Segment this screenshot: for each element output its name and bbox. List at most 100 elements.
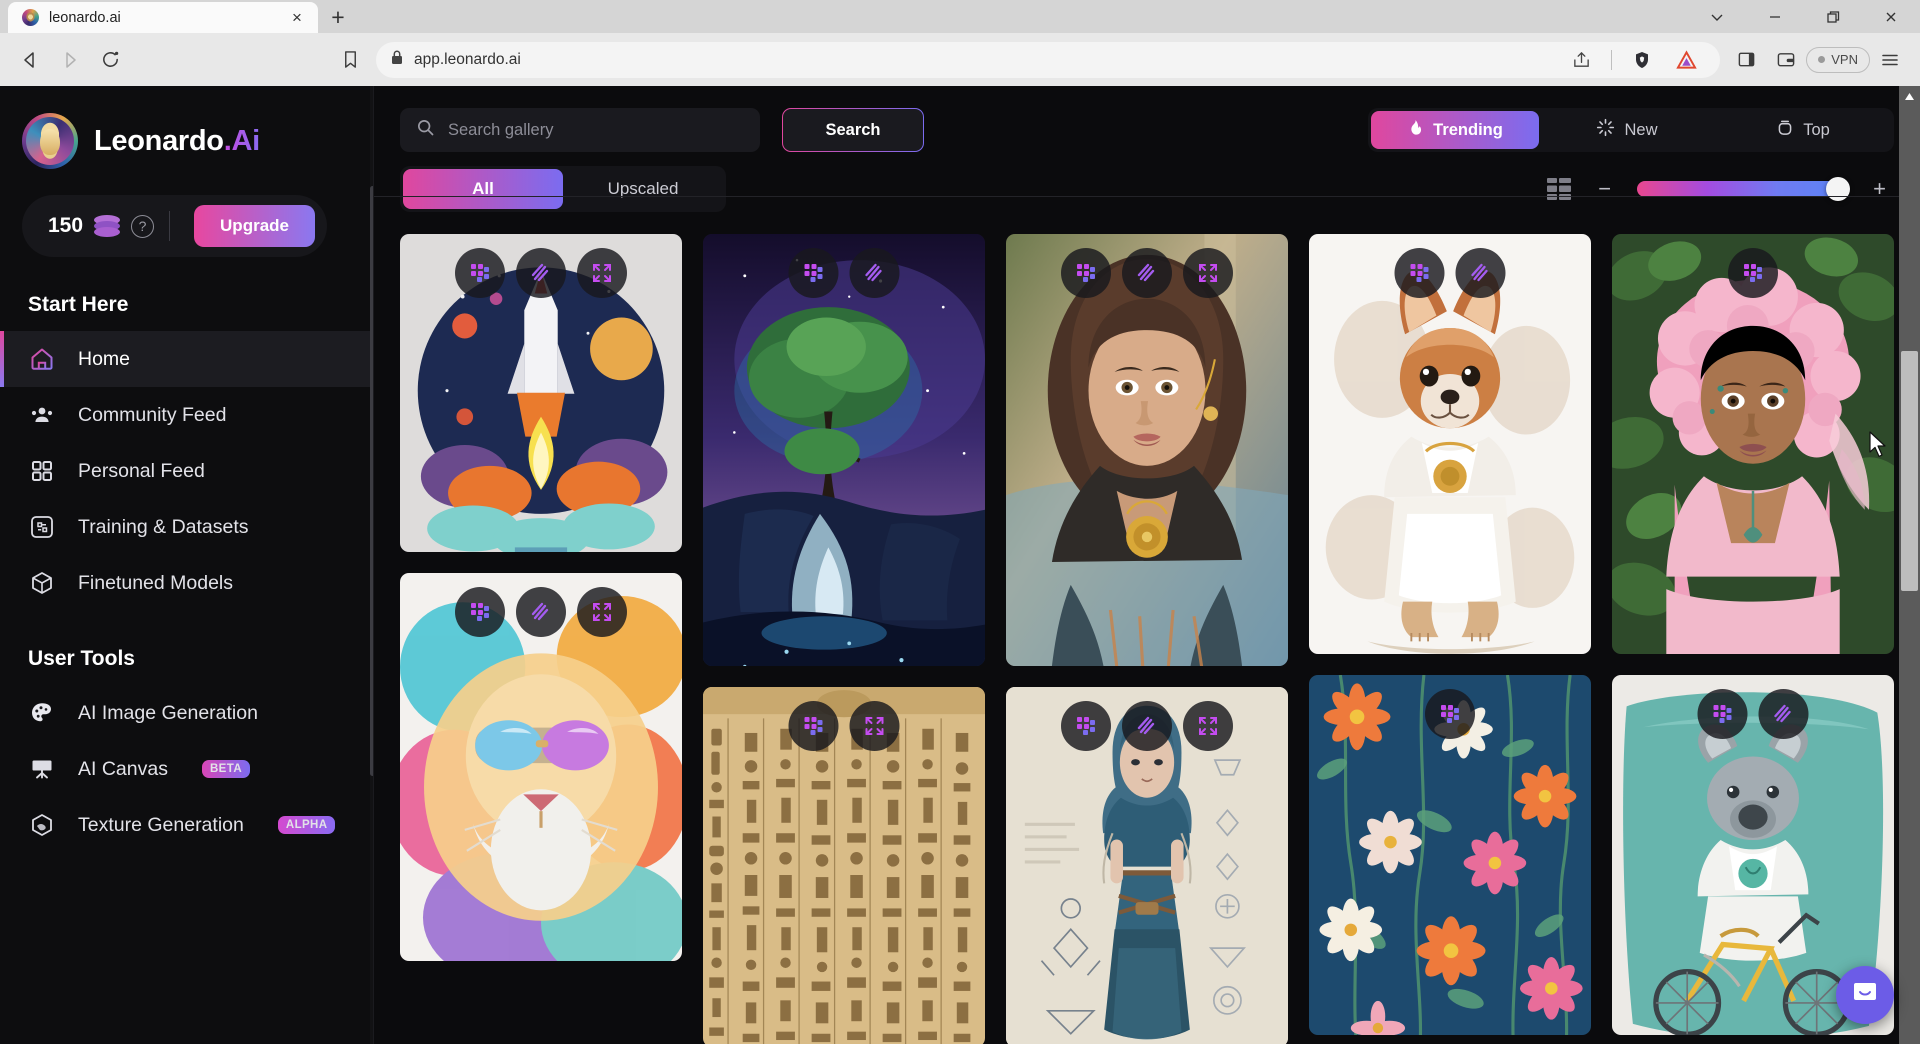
page-viewport: Leonardo.Ai 150 ? Upgrade Start Here Hom…: [0, 86, 1920, 1044]
expand-icon[interactable]: [577, 248, 627, 298]
leonardo-favicon-icon: [22, 9, 39, 26]
vpn-toggle[interactable]: VPN: [1806, 46, 1870, 73]
gallery-card-colorful-lion-sunglasses-art[interactable]: [400, 573, 682, 961]
gallery-card-blue-haired-warrior-art[interactable]: [1006, 687, 1288, 1044]
brave-rewards-icon[interactable]: [1666, 40, 1706, 80]
card-actions: [455, 248, 627, 298]
sidebar-item-training-datasets[interactable]: Training & Datasets: [0, 499, 373, 555]
tab-top[interactable]: Top: [1715, 111, 1891, 149]
sidebar-item-label: Training & Datasets: [78, 515, 249, 538]
expand-icon[interactable]: [577, 587, 627, 637]
new-tab-button[interactable]: +: [318, 2, 358, 33]
remix-icon[interactable]: [1061, 701, 1111, 751]
training-chip-icon: [28, 513, 56, 541]
scroll-up-arrow-icon[interactable]: [1899, 86, 1920, 107]
tab-new[interactable]: New: [1539, 111, 1715, 149]
expand-icon[interactable]: [1183, 701, 1233, 751]
expand-icon[interactable]: [1183, 248, 1233, 298]
sidebar-item-finetuned-models[interactable]: Finetuned Models: [0, 555, 373, 611]
gallery-card-portrait-woman-necklace-art[interactable]: [1006, 234, 1288, 666]
remix-icon[interactable]: [455, 587, 505, 637]
gallery-card-egyptian-hieroglyphs-art[interactable]: [703, 687, 985, 1044]
tab-trending[interactable]: Trending: [1371, 111, 1539, 149]
cube-icon: [28, 569, 56, 597]
card-actions: [1728, 248, 1778, 298]
zoom-slider[interactable]: [1637, 177, 1851, 201]
search-input-wrap[interactable]: [400, 108, 760, 152]
forward-icon[interactable]: [50, 40, 90, 80]
remix-icon[interactable]: [1425, 689, 1475, 739]
minimize-icon[interactable]: [1746, 0, 1804, 33]
sidebar-panel-icon[interactable]: [1726, 40, 1766, 80]
sidebar-item-label: Texture Generation: [78, 813, 244, 836]
sidebar-item-ai-canvas[interactable]: AI Canvas BETA: [0, 741, 373, 797]
card-actions: [788, 701, 900, 751]
credit-count: 150: [48, 214, 84, 237]
sidebar-section-title-start-here: Start Here: [28, 293, 129, 316]
upgrade-button[interactable]: Upgrade: [194, 205, 315, 247]
share-icon[interactable]: [1561, 40, 1601, 80]
artwork-cosmic-tree: [703, 234, 985, 666]
address-bar[interactable]: app.leonardo.ai: [376, 40, 1721, 80]
gallery-column: [1006, 234, 1288, 1044]
wand-icon[interactable]: [516, 248, 566, 298]
sidebar-item-personal-feed[interactable]: Personal Feed: [0, 443, 373, 499]
wand-icon[interactable]: [1122, 248, 1172, 298]
sidebar-item-home[interactable]: Home: [0, 331, 373, 387]
gallery-card-rocket-launch-art[interactable]: [400, 234, 682, 552]
intercom-chat-button[interactable]: [1836, 966, 1894, 1024]
search-input[interactable]: [448, 120, 744, 140]
gallery-card-floral-pattern-art[interactable]: [1309, 675, 1591, 1035]
window-controls: [1688, 0, 1920, 33]
remix-icon[interactable]: [1697, 689, 1748, 739]
brand[interactable]: Leonardo.Ai: [0, 86, 373, 169]
wand-icon[interactable]: [516, 587, 566, 637]
page-scrollbar-track[interactable]: [1899, 86, 1920, 1044]
remix-icon[interactable]: [788, 701, 839, 751]
search-button[interactable]: Search: [782, 108, 924, 152]
texture-cube-icon: [28, 811, 56, 839]
sidebar-item-texture-generation[interactable]: Texture Generation ALPHA: [0, 797, 373, 853]
remix-icon[interactable]: [455, 248, 505, 298]
gallery-column: [1612, 234, 1894, 1044]
browser-tab[interactable]: leonardo.ai ×: [8, 2, 318, 33]
artwork-portrait-woman: [1006, 234, 1288, 666]
wand-icon[interactable]: [1758, 689, 1809, 739]
remix-icon[interactable]: [1394, 248, 1445, 298]
close-icon[interactable]: ×: [286, 7, 308, 29]
hamburger-menu-icon[interactable]: [1870, 40, 1910, 80]
leonardo-logo-icon: [22, 113, 78, 169]
chevron-down-icon[interactable]: [1688, 0, 1746, 33]
reload-icon[interactable]: [90, 40, 130, 80]
gallery-card-chihuahua-watercolor-art[interactable]: [1309, 234, 1591, 654]
easel-icon: [28, 755, 56, 783]
sidebar-item-label: AI Image Generation: [78, 701, 258, 724]
remix-icon[interactable]: [1061, 248, 1111, 298]
sidebar-item-community-feed[interactable]: Community Feed: [0, 387, 373, 443]
remix-icon[interactable]: [1728, 248, 1778, 298]
gallery-column: [703, 234, 985, 1044]
sparkle-icon: [1596, 118, 1615, 142]
close-window-icon[interactable]: [1862, 0, 1920, 33]
gallery-toolbar: Search Trending: [374, 86, 1920, 212]
wallet-icon[interactable]: [1766, 40, 1806, 80]
brave-shields-icon[interactable]: [1622, 40, 1662, 80]
page-scrollbar-thumb[interactable]: [1901, 351, 1918, 591]
gallery-card-pink-hair-fairy-art[interactable]: [1612, 234, 1894, 654]
wand-icon[interactable]: [1122, 701, 1172, 751]
remix-icon[interactable]: [788, 248, 839, 298]
community-icon: [28, 401, 56, 429]
card-actions: [455, 587, 627, 637]
help-circle-icon[interactable]: ?: [131, 214, 155, 238]
gallery-card-cosmic-tree-waterfall-art[interactable]: [703, 234, 985, 666]
sidebar-nav-user-tools: AI Image Generation AI Canvas BETA Textu…: [0, 685, 373, 853]
sidebar-item-ai-image-generation[interactable]: AI Image Generation: [0, 685, 373, 741]
back-icon[interactable]: [10, 40, 50, 80]
bookmark-icon[interactable]: [330, 40, 370, 80]
browser-toolbar: app.leonardo.ai VPN: [0, 33, 1920, 86]
sidebar-item-label: Finetuned Models: [78, 571, 234, 594]
wand-icon[interactable]: [1455, 248, 1506, 298]
maximize-icon[interactable]: [1804, 0, 1862, 33]
expand-icon[interactable]: [849, 701, 900, 751]
wand-icon[interactable]: [849, 248, 900, 298]
